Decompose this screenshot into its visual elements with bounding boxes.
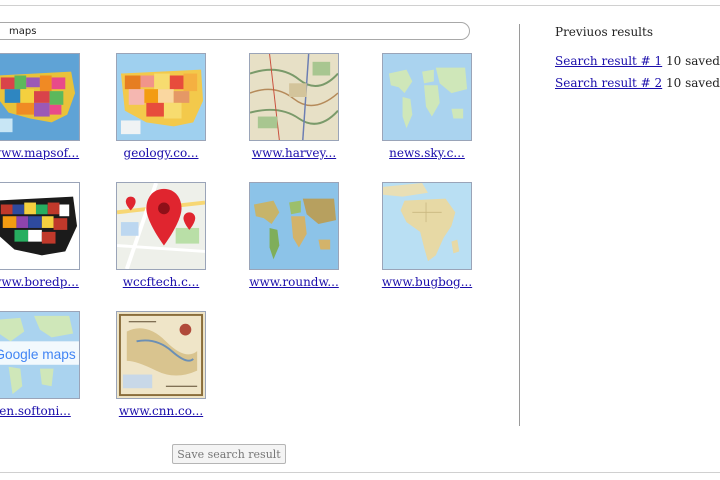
map-pin-image [117,183,205,269]
result-item: www.cnn.co... [106,311,216,418]
result-link[interactable]: wccftech.c... [106,275,216,289]
result-item: Google maps en.softoni... [0,311,90,418]
google-maps-logo-text: Google maps [0,347,76,362]
result-thumbnail[interactable] [249,182,339,270]
result-item: www.bugbog... [372,182,482,289]
previous-result-count: 10 saved im [666,76,720,90]
top-border [0,5,720,6]
save-search-result-button[interactable]: Save search result [172,444,286,464]
result-item: www.harvey... [239,53,349,160]
previous-result-count: 10 saved im [666,54,720,68]
previous-result-link[interactable]: Search result # 2 [555,76,662,90]
previous-result-link[interactable]: Search result # 1 [555,54,662,68]
geology-usa-map-image [117,54,205,140]
result-thumbnail[interactable] [116,182,206,270]
result-thumbnail[interactable] [116,53,206,141]
result-link[interactable]: www.cnn.co... [106,404,216,418]
result-link[interactable]: en.softoni... [0,404,90,418]
result-link[interactable]: www.mapsof... [0,146,90,160]
world-map-image [383,54,471,140]
result-item: wccftech.c... [106,182,216,289]
previous-results-title: Previuos results [555,25,653,39]
usa-states-map-image [0,54,79,140]
result-thumbnail[interactable] [249,53,339,141]
result-link[interactable]: www.roundw... [239,275,349,289]
result-item: geology.co... [106,53,216,160]
topographic-map-image [250,54,338,140]
result-thumbnail[interactable] [382,182,472,270]
result-link[interactable]: www.harvey... [239,146,349,160]
africa-map-image [383,183,471,269]
result-link[interactable]: www.bugbog... [372,275,482,289]
result-item: www.boredp... [0,182,90,289]
result-thumbnail[interactable] [0,53,80,141]
previous-result-item: Search result # 1 10 saved im [555,54,720,68]
previous-result-item: Search result # 2 10 saved im [555,76,720,90]
world-physical-map-image [250,183,338,269]
google-maps-logo-image: Google maps [0,312,79,398]
result-thumbnail[interactable] [116,311,206,399]
result-item: www.roundw... [239,182,349,289]
result-item: news.sky.c... [372,53,482,160]
result-thumbnail[interactable] [0,182,80,270]
result-link[interactable]: www.boredp... [0,275,90,289]
antique-map-image [117,312,205,398]
panel-divider [519,24,520,426]
result-link[interactable]: news.sky.c... [372,146,482,160]
usa-flags-map-image [0,183,79,269]
result-thumbnail[interactable] [382,53,472,141]
result-thumbnail[interactable]: Google maps [0,311,80,399]
bottom-border [0,472,720,473]
search-input[interactable] [0,22,470,40]
result-item: www.mapsof... [0,53,90,160]
result-link[interactable]: geology.co... [106,146,216,160]
